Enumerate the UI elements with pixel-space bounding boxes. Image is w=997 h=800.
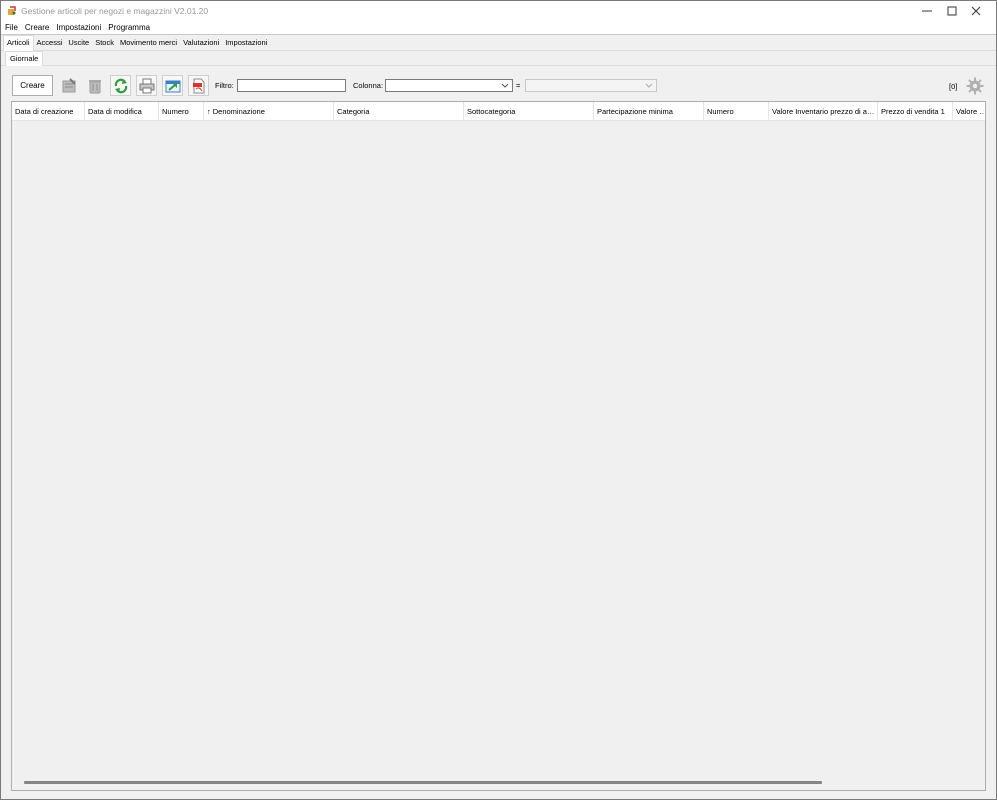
create-button[interactable]: Creare [12, 75, 53, 96]
app-window: Gestione articoli per negozi e magazzini… [0, 0, 997, 800]
close-icon [971, 6, 981, 16]
printer-icon [139, 78, 154, 93]
column-label: Colonna: [353, 81, 384, 90]
refresh-icon [114, 78, 127, 93]
edit-button[interactable] [58, 75, 79, 96]
tab-uscite[interactable]: Uscite [65, 38, 92, 50]
app-icon [8, 6, 16, 15]
col-sottocategoria[interactable]: Sottocategoria [464, 102, 594, 121]
tab-stock[interactable]: Stock [92, 38, 117, 50]
subtab-giornale[interactable]: Giornale [5, 51, 44, 66]
main-tabs: Articoli Accessi Uscite Stock Movimento … [1, 35, 996, 51]
tab-valutazioni[interactable]: Valutazioni [180, 38, 222, 50]
equals-label: = [516, 81, 521, 90]
sort-asc-icon: ↑ [207, 107, 211, 116]
menu-bar: File Creare Impostazioni Programma [1, 21, 996, 34]
toolbar: Creare Filtro: Colonna: = [0] [1, 73, 996, 99]
articles-table: Data di creazione Data di modifica Numer… [11, 101, 986, 791]
col-numero-2[interactable]: Numero [704, 102, 769, 121]
tab-impostazioni[interactable]: Impostazioni [222, 38, 270, 50]
col-valore-inventario[interactable]: Valore Inventario prezzo di ac… [769, 102, 878, 121]
filter-label: Filtro: [215, 81, 234, 90]
refresh-button[interactable] [110, 75, 131, 96]
menu-file[interactable]: File [1, 21, 21, 34]
menu-impostazioni[interactable]: Impostazioni [52, 21, 104, 34]
title-bar: Gestione articoli per negozi e magazzini… [1, 1, 996, 21]
col-categoria[interactable]: Categoria [334, 102, 464, 121]
settings-button[interactable] [965, 76, 985, 96]
tab-articoli[interactable]: Articoli [3, 35, 34, 51]
export-icon [165, 80, 180, 92]
tab-accessi[interactable]: Accessi [34, 38, 66, 50]
pdf-button[interactable] [188, 75, 209, 96]
chevron-down-icon [645, 83, 653, 88]
delete-button[interactable] [84, 75, 105, 96]
gear-icon [966, 77, 984, 95]
close-button[interactable] [953, 1, 997, 21]
col-denominazione[interactable]: ↑ Denominazione [204, 102, 334, 121]
table-header: Data di creazione Data di modifica Numer… [12, 102, 985, 121]
trash-icon [88, 79, 101, 93]
tab-movimento-merci[interactable]: Movimento merci [117, 38, 180, 50]
menu-creare[interactable]: Creare [21, 21, 52, 34]
filter-input[interactable] [237, 79, 346, 92]
pdf-icon [192, 78, 204, 93]
col-denominazione-label: Denominazione [212, 107, 265, 116]
col-data-modifica[interactable]: Data di modifica [85, 102, 159, 121]
col-partecipazione-minima[interactable]: Partecipazione minima [594, 102, 704, 121]
column-select[interactable] [385, 79, 513, 92]
horizontal-scrollbar[interactable] [24, 781, 822, 784]
export-button[interactable] [162, 75, 183, 96]
print-button[interactable] [136, 75, 157, 96]
col-numero[interactable]: Numero [159, 102, 204, 121]
col-data-creazione[interactable]: Data di creazione [12, 102, 85, 121]
menu-programma[interactable]: Programma [104, 21, 153, 34]
sub-tabs: Giornale [1, 51, 996, 66]
record-count: [0] [949, 82, 958, 91]
value-select[interactable] [525, 79, 657, 92]
window-title: Gestione articoli per negozi e magazzini… [21, 6, 209, 16]
edit-icon [62, 77, 76, 92]
col-valore-im[interactable]: Valore Im [953, 102, 985, 121]
col-prezzo-vendita-1[interactable]: Prezzo di vendita 1 [878, 102, 953, 121]
chevron-down-icon [501, 83, 509, 88]
